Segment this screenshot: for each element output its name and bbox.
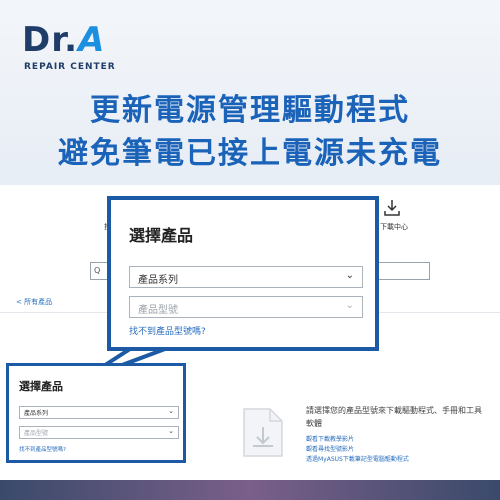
panel-series-label: 產品系列: [24, 410, 49, 417]
download-center-label[interactable]: 下載中心: [380, 222, 408, 232]
headline-line-1: 更新電源管理驅動程式: [90, 93, 410, 128]
chevron-down-icon: ⌄: [168, 407, 174, 415]
find-model-video-link[interactable]: 觀看尋找型號影片: [306, 444, 354, 453]
product-model-select[interactable]: 產品型號 ⌄: [129, 296, 363, 318]
download-tutorial-link[interactable]: 觀看下載教學影片: [306, 434, 354, 443]
panel-model-label: 產品型號: [24, 430, 49, 437]
panel-model-not-found-link[interactable]: 找不到產品型號嗎?: [19, 445, 66, 453]
product-series-label: 產品系列: [138, 275, 178, 286]
download-icon[interactable]: [382, 198, 402, 218]
chevron-down-icon: ⌄: [345, 270, 354, 281]
logo-main: Dr.: [22, 20, 79, 60]
panel-title: 選擇產品: [19, 380, 63, 393]
logo-text: Dr.A: [22, 20, 105, 60]
myasus-download-link[interactable]: 透過MyASUS下載筆記型電腦驅動程式: [306, 454, 409, 463]
headline-line-2: 避免筆電已接上電源未充電: [58, 136, 442, 171]
search-icon: Q: [94, 266, 101, 275]
model-not-found-link[interactable]: 找不到產品型號嗎?: [129, 324, 206, 337]
logo-letter: A: [78, 20, 106, 60]
info-text: 請選擇您的產品型號來下載驅動程式、手冊和工具軟體: [306, 406, 482, 428]
logo: Dr.A REPAIR CENTER: [22, 20, 132, 80]
header-banner: Dr.A REPAIR CENTER 更新電源管理驅動程式 避免筆電已接上電源未…: [0, 0, 500, 185]
product-model-label: 產品型號: [138, 305, 178, 316]
product-select-panel: 選擇產品 產品系列 ⌄ 產品型號 ⌄ 找不到產品型號嗎?: [6, 363, 186, 463]
breadcrumb[interactable]: < 所有產品: [16, 297, 52, 307]
product-select-popup: 選擇產品 產品系列 ⌄ 產品型號 ⌄ 找不到產品型號嗎?: [107, 196, 379, 351]
document-download-icon: [243, 408, 283, 457]
panel-model-select[interactable]: 產品型號 ⌄: [19, 426, 179, 439]
panel-series-select[interactable]: 產品系列 ⌄: [19, 406, 179, 419]
chevron-down-icon: ⌄: [345, 300, 354, 311]
chevron-down-icon: ⌄: [168, 427, 174, 435]
bottom-strip: [0, 480, 500, 500]
logo-subtitle: REPAIR CENTER: [24, 62, 116, 72]
popup-title: 選擇產品: [129, 226, 194, 245]
product-series-select[interactable]: 產品系列 ⌄: [129, 266, 363, 288]
